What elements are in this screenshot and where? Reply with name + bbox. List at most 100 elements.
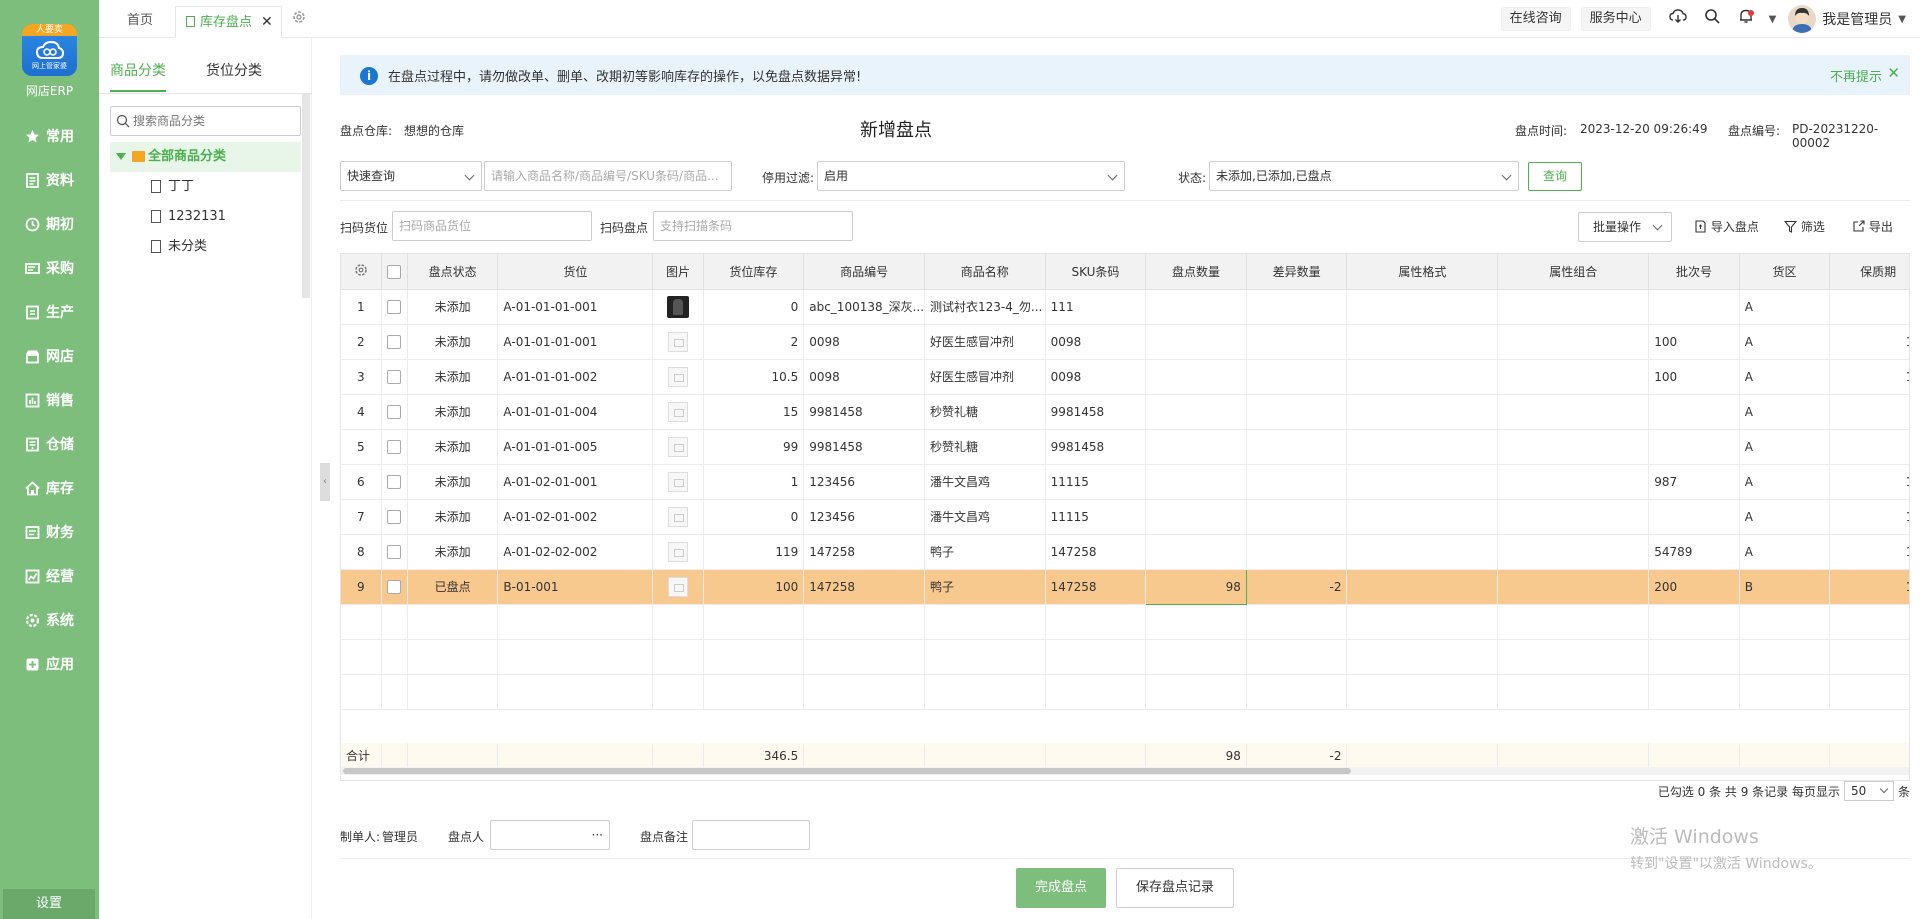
username[interactable]: 我是管理员: [1822, 9, 1892, 29]
category-search[interactable]: [110, 106, 301, 136]
app-logo[interactable]: 人要卖 网上管家婆: [22, 24, 77, 76]
finish-count-button[interactable]: 完成盘点: [1016, 868, 1106, 908]
export-button[interactable]: 导出: [1852, 213, 1893, 241]
horizontal-scrollbar[interactable]: [341, 767, 1909, 775]
table-row[interactable]: 7 未添加A-01-02-01-002 0123456潘牛文昌鸡11115 A18: [341, 499, 1909, 535]
category-search-input[interactable]: [133, 111, 293, 131]
tab-inventory-check[interactable]: 库存盘点 ✕: [175, 6, 282, 38]
page-size-select[interactable]: 50: [1843, 781, 1894, 801]
nav-item-0[interactable]: 常用: [0, 114, 99, 158]
quick-query-select[interactable]: 快速查询: [340, 161, 482, 191]
time-value: 2023-12-20 09:26:49: [1580, 122, 1708, 136]
column-settings-icon[interactable]: [341, 254, 382, 290]
nav-item-12[interactable]: 应用: [0, 642, 99, 686]
nav-item-1[interactable]: 资料: [0, 158, 99, 202]
chevron-down-icon[interactable]: ▼: [1898, 14, 1906, 25]
product-image: [652, 359, 704, 395]
cell-count[interactable]: 98: [1145, 568, 1247, 605]
cell-count[interactable]: [1145, 534, 1247, 570]
import-count-button[interactable]: 导入盘点: [1694, 213, 1759, 241]
product-image: [652, 429, 704, 465]
scan-count-input[interactable]: 支持扫描条码: [653, 211, 853, 241]
table-row[interactable]: 1 未添加 A-01-01-01-001 0 abc_100138_深灰... 测试衬衣1…: [341, 289, 1909, 325]
keyword-input[interactable]: 请输入商品名称/商品编号/SKU条码/商品...: [484, 161, 732, 191]
caret-down-icon[interactable]: [116, 153, 126, 160]
table-row[interactable]: 2未添加A-01-01-01-00120098好医生感冒冲剂0098100A18: [341, 324, 1909, 360]
scan-location-input[interactable]: 扫码商品货位: [392, 211, 592, 241]
filter-button[interactable]: 筛选: [1783, 213, 1825, 241]
tab-location-category[interactable]: 货位分类: [206, 60, 262, 80]
cell-loc: A-01-01-01-005: [497, 429, 654, 465]
nav-item-9[interactable]: 财务: [0, 510, 99, 554]
table-row[interactable]: 9已盘点B-01-001100147258鸭子14725898-2200B18: [341, 568, 1909, 605]
export-label: 导出: [1868, 220, 1893, 234]
save-count-button[interactable]: 保存盘点记录: [1116, 868, 1234, 908]
cloud-download-icon[interactable]: [1667, 8, 1689, 30]
file-icon: [151, 210, 161, 223]
online-consult-button[interactable]: 在线咨询: [1500, 7, 1571, 31]
category-scrollbar[interactable]: [302, 94, 310, 298]
dismiss-notice-link[interactable]: 不再提示: [1830, 66, 1882, 85]
cell-count[interactable]: [1145, 429, 1247, 465]
import-label: 导入盘点: [1710, 220, 1759, 234]
cell-count[interactable]: [1145, 359, 1247, 395]
nav-item-6[interactable]: 销售: [0, 378, 99, 422]
cell-count[interactable]: [1145, 464, 1247, 500]
cell-count[interactable]: [1145, 394, 1247, 430]
avatar[interactable]: [1788, 5, 1817, 33]
row-checkbox[interactable]: [381, 324, 408, 360]
cell-status: 未添加: [407, 289, 499, 325]
table-row[interactable]: 3 未添加 A-01-01-01-002 10.5 0098 好医生感冒冲剂 0098 100…: [341, 359, 1909, 395]
tree-node[interactable]: 丁丁: [110, 172, 301, 202]
tree-node[interactable]: 未分类: [110, 232, 301, 262]
row-checkbox[interactable]: [381, 394, 408, 430]
tab-home[interactable]: 首页: [115, 6, 165, 38]
nav-item-5[interactable]: 网店: [0, 334, 99, 378]
nav-item-11[interactable]: 系统: [0, 598, 99, 642]
nav-item-8[interactable]: 库存: [0, 466, 99, 510]
batch-operation-button[interactable]: 批量操作: [1578, 212, 1672, 242]
disable-filter-select[interactable]: 启用: [817, 161, 1125, 191]
row-checkbox[interactable]: [381, 429, 408, 465]
counter-input[interactable]: ···: [490, 820, 610, 850]
settings-button[interactable]: 设置: [3, 889, 95, 919]
close-icon[interactable]: ✕: [261, 14, 273, 30]
row-checkbox[interactable]: [381, 464, 408, 500]
row-checkbox[interactable]: [381, 359, 408, 395]
service-center-button[interactable]: 服务中心: [1580, 7, 1651, 31]
table-row[interactable]: 5 未添加 A-01-01-01-005 99 9981458 秒赞礼糖 9981458 A: [341, 429, 1909, 465]
gear-icon[interactable]: [291, 9, 309, 27]
nav-item-4[interactable]: 生产: [0, 290, 99, 334]
nav-item-10[interactable]: 经营: [0, 554, 99, 598]
select-all-checkbox[interactable]: [381, 254, 408, 290]
cell-count[interactable]: [1145, 289, 1247, 325]
table-row[interactable]: 4 未添加 A-01-01-01-004 15 9981458 秒赞礼糖 9981458 A: [341, 394, 1909, 430]
table-row[interactable]: 6 未添加A-01-02-01-001 1123456潘牛文昌鸡11115 987A1…: [341, 464, 1909, 500]
tree-node[interactable]: 1232131: [110, 202, 301, 232]
row-checkbox[interactable]: [381, 569, 408, 605]
collapse-handle-icon[interactable]: ‹: [320, 463, 330, 501]
tree-root-node[interactable]: 全部商品分类: [110, 142, 301, 172]
chevron-down-icon[interactable]: ▼: [1769, 14, 1777, 25]
nav-item-2[interactable]: 期初: [0, 202, 99, 246]
cell-count[interactable]: [1145, 499, 1247, 535]
remark-input[interactable]: [692, 820, 810, 850]
row-checkbox[interactable]: [381, 499, 408, 535]
table-row[interactable]: 8 未添加 A-01-02-02-002 119 147258 鸭子 147258 54789…: [341, 534, 1909, 570]
bell-icon[interactable]: [1735, 8, 1757, 30]
cell-combo: [1497, 394, 1650, 430]
tab-goods-category[interactable]: 商品分类: [110, 60, 166, 92]
nav-item-7[interactable]: 仓储: [0, 422, 99, 466]
close-icon[interactable]: ✕: [1887, 64, 1900, 82]
scrollbar-thumb[interactable]: [343, 768, 1351, 774]
row-checkbox[interactable]: [381, 534, 408, 570]
search-icon[interactable]: [1701, 8, 1723, 30]
more-icon[interactable]: ···: [592, 821, 603, 849]
query-button[interactable]: 查询: [1528, 162, 1582, 191]
status-select[interactable]: 未添加,已添加,已盘点: [1209, 161, 1519, 191]
cell-count[interactable]: [1145, 324, 1247, 360]
row-checkbox[interactable]: [381, 289, 408, 325]
cell-stock: 2: [703, 324, 805, 360]
star-icon: [26, 129, 39, 142]
nav-item-3[interactable]: 采购: [0, 246, 99, 290]
